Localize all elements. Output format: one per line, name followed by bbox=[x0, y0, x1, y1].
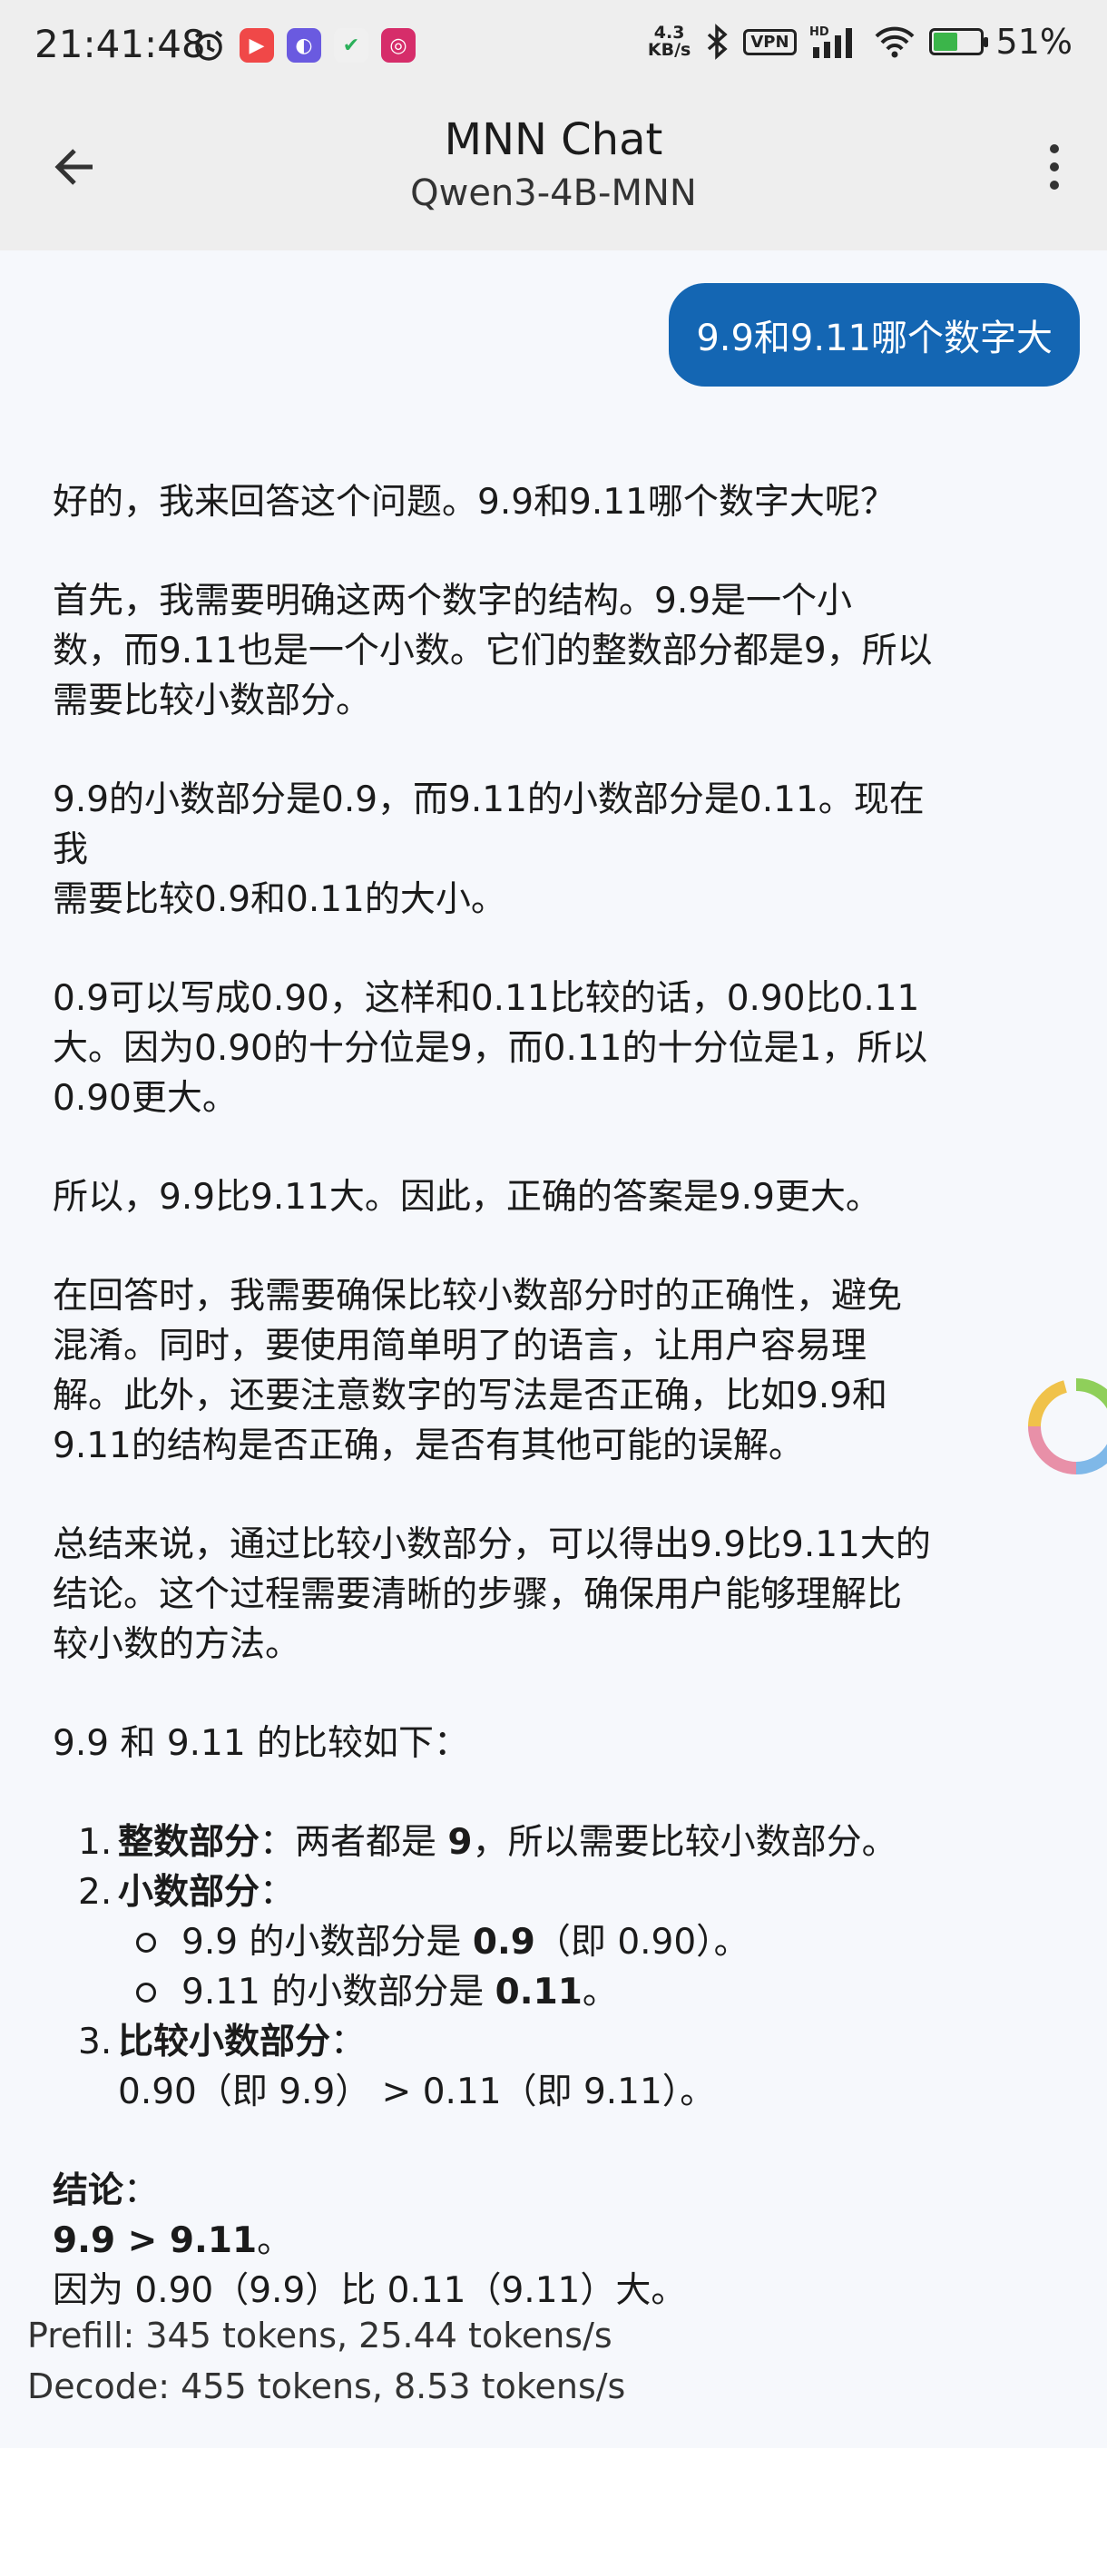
conclusion-bold: 9.9 > 9.11 bbox=[53, 2220, 258, 2261]
status-time: 21:41:48 bbox=[34, 22, 206, 66]
assistant-message[interactable]: 好的，我来回答这个问题。9.9和9.11哪个数字大呢？ 首先，我需要明确这两个数… bbox=[53, 477, 951, 2316]
answer-paragraph: 9.9的小数部分是0.9，而9.11的小数部分是0.11。现在我 需要比较0.9… bbox=[53, 779, 925, 920]
answer-paragraph: 9.9 和 9.11 的比较如下： bbox=[53, 1723, 470, 1764]
user-message-bubble[interactable]: 9.9和9.11哪个数字大 bbox=[669, 283, 1080, 387]
sub-item-text: 9.11 的小数部分是 bbox=[181, 1972, 495, 2013]
circle-bullet-icon bbox=[136, 1933, 156, 1953]
list-item: 1. 整数部分：两者都是 9，所以需要比较小数部分。 bbox=[53, 1817, 951, 1867]
list-item-text: ： bbox=[260, 1872, 296, 1913]
list-item-text: ： bbox=[330, 2022, 367, 2062]
top-area: 21:41:48 ▶ ◐ ✔ ◎ 4.3 KB/s VPN HD 51% MNN … bbox=[0, 0, 1107, 250]
notification-icons: ▶ ◐ ✔ ◎ bbox=[191, 27, 416, 64]
generation-stats: Prefill: 345 tokens, 25.44 tokens/s Deco… bbox=[27, 2310, 625, 2412]
comparison-list: 1. 整数部分：两者都是 9，所以需要比较小数部分。 2. 小数部分： 9.9 … bbox=[53, 1817, 951, 2117]
music-app-icon: ◎ bbox=[381, 28, 416, 63]
loading-spinner-icon bbox=[1028, 1377, 1107, 1475]
list-item-detail: 0.90（即 9.9） > 0.11（即 9.11）。 bbox=[118, 2072, 716, 2112]
sub-list-item: 9.11 的小数部分是 0.11。 bbox=[53, 1967, 951, 2017]
answer-paragraph: 首先，我需要明确这两个数字的结构。9.9是一个小 数，而9.11也是一个小数。它… bbox=[53, 581, 933, 721]
chat-app-icon: ◐ bbox=[287, 28, 321, 63]
answer-paragraph: 在回答时，我需要确保比较小数部分时的正确性，避免 混淆。同时，要使用简单明了的语… bbox=[53, 1276, 903, 1466]
conclusion-reason: 因为 0.90（9.9）比 0.11（9.11）大。 bbox=[53, 2270, 687, 2311]
wifi-icon bbox=[875, 26, 914, 58]
conclusion-label: 结论 bbox=[53, 2170, 124, 2211]
alarm-icon bbox=[194, 30, 223, 61]
list-number: 3. bbox=[78, 2022, 113, 2062]
signal-hd-label: HD bbox=[809, 25, 829, 39]
cell-signal-icon: HD bbox=[809, 25, 852, 58]
answer-paragraph: 好的，我来回答这个问题。9.9和9.11哪个数字大呢？ bbox=[53, 482, 896, 523]
chat-area[interactable]: 9.9和9.11哪个数字大 好的，我来回答这个问题。9.9和9.11哪个数字大呢… bbox=[0, 250, 1107, 2448]
answer-paragraph: 0.9可以写成0.90，这样和0.11比较的话，0.90比0.11 大。因为0.… bbox=[53, 978, 928, 1119]
sub-item-bold: 0.9 bbox=[472, 1922, 535, 1963]
circle-bullet-icon bbox=[136, 1983, 156, 2003]
conclusion-period: 。 bbox=[257, 2220, 293, 2261]
app-bar: MNN Chat Qwen3-4B-MNN bbox=[0, 94, 1107, 250]
bluetooth-icon bbox=[708, 24, 728, 60]
conclusion-colon: ： bbox=[123, 2170, 160, 2211]
list-item-text: ，所以需要比较小数部分。 bbox=[472, 1822, 897, 1863]
list-item-title: 整数部分 bbox=[118, 1822, 260, 1863]
list-item-bold: 9 bbox=[447, 1822, 473, 1863]
network-speed: 4.3 KB/s bbox=[647, 23, 691, 60]
battery-fill bbox=[933, 33, 957, 51]
conclusion-result: 9.9 > 9.11。 bbox=[53, 2216, 951, 2266]
battery-icon bbox=[928, 28, 988, 55]
overflow-menu-button[interactable] bbox=[1033, 134, 1076, 200]
conclusion: 结论： 9.9 > 9.11。 因为 0.90（9.9）比 0.11（9.11）… bbox=[53, 2166, 951, 2316]
system-icons: 4.3 KB/s VPN HD 51% bbox=[648, 22, 1073, 62]
answer-paragraph: 总结来说，通过比较小数部分，可以得出9.9比9.11大的 结论。这个过程需要清晰… bbox=[53, 1524, 931, 1665]
page-title: MNN Chat bbox=[444, 114, 663, 165]
answer-paragraph: 所以，9.9比9.11大。因此，正确的答案是9.9更大。 bbox=[53, 1177, 881, 1218]
sub-item-text: 9.9 的小数部分是 bbox=[181, 1922, 473, 1963]
sub-list-item: 9.9 的小数部分是 0.9（即 0.90）。 bbox=[53, 1917, 951, 1967]
prefill-stats: Prefill: 345 tokens, 25.44 tokens/s bbox=[27, 2316, 612, 2356]
shield-app-icon: ✔ bbox=[334, 28, 368, 63]
decode-stats: Decode: 455 tokens, 8.53 tokens/s bbox=[27, 2366, 626, 2406]
video-app-icon: ▶ bbox=[240, 28, 274, 63]
list-number: 1. bbox=[78, 1822, 113, 1863]
sub-item-text: （即 0.90）。 bbox=[534, 1922, 749, 1963]
list-number: 2. bbox=[78, 1872, 113, 1913]
sub-item-text: 。 bbox=[582, 1972, 618, 2013]
battery-percent: 51% bbox=[995, 22, 1073, 62]
vpn-badge: VPN bbox=[743, 28, 797, 55]
status-bar: 21:41:48 ▶ ◐ ✔ ◎ 4.3 KB/s VPN HD 51% bbox=[0, 0, 1107, 94]
sub-item-bold: 0.11 bbox=[495, 1972, 583, 2013]
list-item-title: 小数部分 bbox=[118, 1872, 260, 1913]
list-item-title: 比较小数部分 bbox=[118, 2022, 331, 2062]
list-item-text: ：两者都是 bbox=[260, 1822, 448, 1863]
list-item: 3. 比较小数部分： bbox=[53, 2017, 951, 2067]
conclusion-heading: 结论： bbox=[53, 2166, 951, 2216]
more-vert-icon bbox=[1050, 144, 1059, 190]
model-name: Qwen3-4B-MNN bbox=[410, 172, 697, 214]
list-item: 2. 小数部分： bbox=[53, 1867, 951, 1917]
